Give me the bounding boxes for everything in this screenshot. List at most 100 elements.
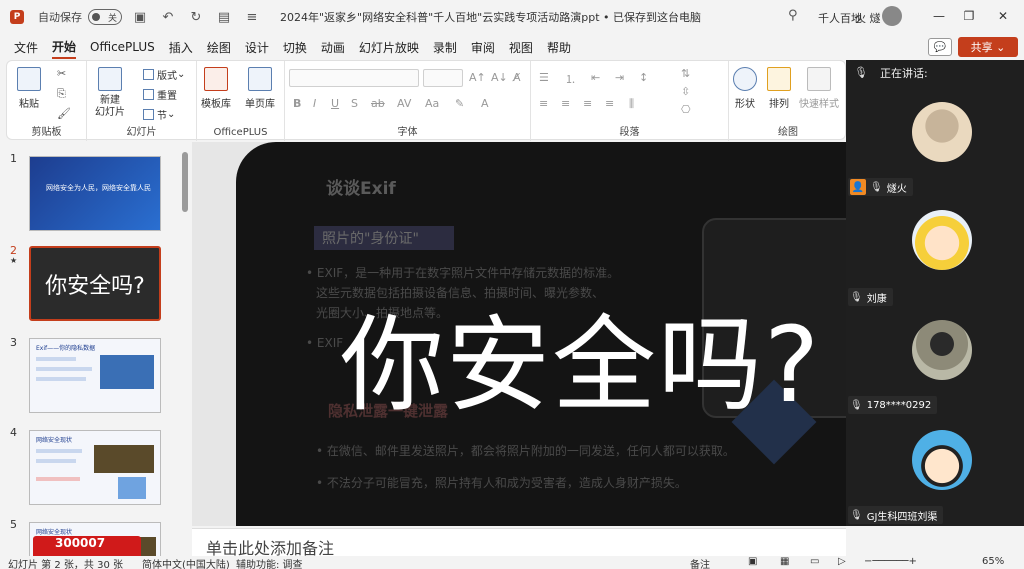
format-painter-icon[interactable]: 🖌 [57, 107, 71, 120]
tab-help[interactable]: 帮助 [547, 37, 571, 58]
undo-icon[interactable]: ↶ [158, 7, 178, 27]
align-center-icon[interactable]: ≡ [561, 97, 570, 110]
reset-button[interactable]: 重置 [143, 87, 177, 102]
slide-thumbnail-3[interactable]: Exif——你的隐私数据 [29, 338, 161, 413]
new-slide-icon [98, 67, 122, 91]
officeplus-group-label: OfficePLUS [213, 127, 268, 138]
participant-label[interactable]: 👤 🎙 燧火 [848, 178, 913, 196]
current-slide[interactable]: 谈谈Exif 照片的"身份证" • EXIF，是一种用于在数字照片文件中存储元数… [236, 142, 846, 526]
customize-qat-icon[interactable]: ≡ [242, 7, 262, 27]
slide-subheading: 照片的"身份证" [314, 226, 454, 250]
accessibility-status[interactable]: 辅助功能: 调查 [236, 556, 303, 569]
bold-icon[interactable]: B [293, 97, 301, 110]
template-library-button[interactable]: 模板库 [201, 67, 231, 110]
avatar[interactable] [912, 320, 972, 380]
restore-icon[interactable]: ❐ [958, 6, 980, 26]
save-icon[interactable]: ▣ [130, 7, 150, 27]
avatar[interactable] [912, 210, 972, 270]
bullets-icon[interactable]: ☰ [539, 71, 549, 84]
notes-toggle[interactable]: 备注 [690, 556, 710, 569]
tab-file[interactable]: 文件 [14, 37, 38, 58]
smartart-icon[interactable]: ⎔ [681, 103, 691, 116]
animation-marker-icon: ★ [10, 256, 18, 265]
tab-slideshow[interactable]: 幻灯片放映 [359, 37, 419, 58]
shapes-button[interactable]: 形状 [733, 67, 757, 110]
scrollbar-thumb[interactable] [182, 152, 188, 212]
tab-record[interactable]: 录制 [433, 37, 457, 58]
cut-icon[interactable]: ✂ [57, 67, 66, 80]
underline-icon[interactable]: U [331, 97, 339, 110]
autosave-toggle[interactable]: 关 [88, 9, 122, 25]
columns-icon[interactable]: ⫼ [629, 97, 634, 111]
share-button[interactable]: 共享 ⌄ [958, 37, 1018, 57]
font-color-icon[interactable]: A [481, 97, 489, 110]
comments-icon[interactable]: 💬 [928, 38, 952, 56]
tab-design[interactable]: 设计 [245, 37, 269, 58]
tab-animations[interactable]: 动画 [321, 37, 345, 58]
italic-icon[interactable]: I [313, 97, 316, 110]
normal-view-icon[interactable]: ▣ [748, 556, 757, 567]
layout-button[interactable]: 版式 ⌄ [143, 67, 185, 82]
slide-thumbnail-1[interactable]: 网络安全为人民，网络安全靠人民 [29, 156, 161, 231]
tab-view[interactable]: 视图 [509, 37, 533, 58]
tab-transitions[interactable]: 切换 [283, 37, 307, 58]
notes-pane[interactable]: 单击此处添加备注 [192, 528, 846, 558]
user-name[interactable]: 火 燧 [855, 10, 881, 26]
minimize-icon[interactable]: — [928, 6, 950, 26]
numbering-icon[interactable]: ⒈ [565, 71, 576, 87]
thumbnail-image [94, 445, 154, 473]
clear-format-icon[interactable]: A̸ [513, 71, 521, 84]
copy-icon[interactable]: ⎘ [57, 87, 66, 101]
align-right-icon[interactable]: ≡ [583, 97, 592, 110]
avatar[interactable] [882, 6, 902, 26]
avatar[interactable] [912, 102, 972, 162]
arrange-button[interactable]: 排列 [767, 67, 791, 110]
thumbnail-title: Exif——你的隐私数据 [36, 345, 96, 352]
reading-view-icon[interactable]: ▭ [810, 556, 819, 567]
search-icon[interactable]: ⚲ [788, 8, 798, 23]
mic-muted-icon: 🎙 [850, 509, 863, 521]
slideshow-view-icon[interactable]: ▷ [838, 556, 846, 567]
participant-label[interactable]: 🎙 GJ生科四班刘渠 [848, 506, 944, 524]
text-direction-icon[interactable]: ⇅ [681, 67, 690, 80]
slide-title-text[interactable]: 你安全吗? [340, 280, 821, 431]
close-icon[interactable]: ✕ [992, 6, 1014, 26]
tab-draw[interactable]: 绘图 [207, 37, 231, 58]
decrease-font-icon[interactable]: A↓ [491, 71, 508, 84]
char-spacing-icon[interactable]: AV [397, 97, 411, 110]
language-status[interactable]: 简体中文(中国大陆) [142, 556, 230, 569]
tab-home[interactable]: 开始 [52, 36, 77, 59]
justify-icon[interactable]: ≡ [605, 97, 614, 110]
tab-insert[interactable]: 插入 [169, 37, 193, 58]
present-icon[interactable]: ▤ [214, 7, 234, 27]
paste-button[interactable]: 粘贴 [17, 67, 41, 110]
participant-label[interactable]: 🎙 刘康 [848, 288, 893, 306]
zoom-slider[interactable]: −──────+ [864, 556, 917, 567]
section-button[interactable]: 节 ⌄ [143, 107, 175, 122]
quick-styles-button[interactable]: 快速样式 [799, 67, 839, 110]
increase-font-icon[interactable]: A↑ [469, 71, 486, 84]
highlight-icon[interactable]: ✎ [455, 97, 464, 110]
change-case-icon[interactable]: Aa [425, 97, 439, 110]
zoom-level[interactable]: 65% [982, 556, 1004, 567]
sorter-view-icon[interactable]: ▦ [780, 556, 789, 567]
strikethrough-icon[interactable]: ab [371, 97, 385, 110]
slide-thumbnail-4[interactable]: 网络安全现状 [29, 430, 161, 505]
shadow-icon[interactable]: S [351, 97, 358, 110]
tab-officeplus[interactable]: OfficePLUS [90, 38, 155, 56]
increase-indent-icon[interactable]: ⇥ [615, 71, 624, 84]
new-slide-button[interactable]: 新建 幻灯片 [95, 67, 125, 119]
participant-label[interactable]: 🎙 178****0292 [848, 396, 938, 414]
redo-icon[interactable]: ↻ [186, 7, 206, 27]
thumbnail-title: 网络安全现状 [36, 437, 73, 444]
tab-review[interactable]: 审阅 [471, 37, 495, 58]
decrease-indent-icon[interactable]: ⇤ [591, 71, 600, 84]
align-text-icon[interactable]: ⇳ [681, 85, 690, 98]
font-family-select[interactable] [289, 69, 419, 87]
avatar[interactable] [912, 430, 972, 490]
line-spacing-icon[interactable]: ↕ [639, 71, 648, 84]
slide-thumbnail-2[interactable]: 你安全吗? [29, 246, 161, 321]
single-page-library-button[interactable]: 单页库 [245, 67, 275, 110]
font-size-select[interactable] [423, 69, 463, 87]
align-left-icon[interactable]: ≡ [539, 97, 548, 110]
